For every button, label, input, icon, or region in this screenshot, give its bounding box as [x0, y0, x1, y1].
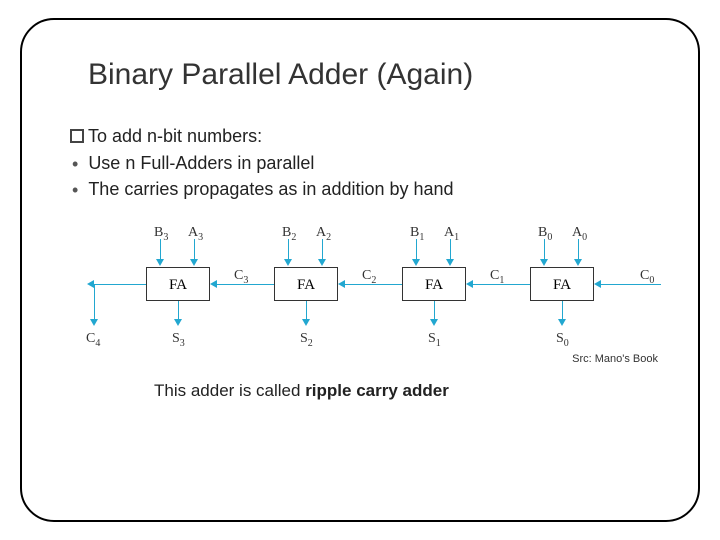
label-a3: A3 [188, 223, 203, 243]
fa-box-1: FA [402, 267, 466, 301]
wire [450, 239, 451, 259]
arrow-down-icon [446, 259, 454, 266]
wire [194, 239, 195, 259]
wire [434, 301, 435, 319]
label-s2: S2 [300, 329, 313, 349]
dot-bullet-icon: • [72, 153, 78, 175]
label-c1: C1 [490, 266, 504, 286]
arrow-down-icon [318, 259, 326, 266]
label-c3: C3 [234, 266, 248, 286]
label-s1: S1 [428, 329, 441, 349]
wire [94, 284, 146, 285]
arrow-down-icon [540, 259, 548, 266]
wire [544, 239, 545, 259]
caption: This adder is called ripple carry adder [154, 381, 662, 401]
label-s0: S0 [556, 329, 569, 349]
arrow-down-icon [574, 259, 582, 266]
square-bullet-icon [70, 129, 84, 143]
bullet-main-text: To add n-bit numbers: [88, 126, 262, 147]
arrow-down-icon [284, 259, 292, 266]
label-b0: B0 [538, 223, 552, 243]
label-c4: C4 [86, 329, 100, 349]
source-attribution: Src: Mano's Book [70, 353, 658, 365]
arrow-down-icon [156, 259, 164, 266]
label-c2: C2 [362, 266, 376, 286]
arrow-down-icon [558, 319, 566, 326]
wire [160, 239, 161, 259]
bullet-sub1-text: Use n Full-Adders in parallel [88, 153, 314, 174]
label-a2: A2 [316, 223, 331, 243]
label-b2: B2 [282, 223, 296, 243]
caption-pre: This adder is called [154, 381, 305, 400]
slide-title: Binary Parallel Adder (Again) [88, 58, 662, 92]
arrow-left-icon [210, 280, 217, 288]
bullet-main: To add n-bit numbers: [70, 126, 662, 147]
slide-frame: Binary Parallel Adder (Again) To add n-b… [20, 18, 700, 522]
arrow-left-icon [466, 280, 473, 288]
label-a1: A1 [444, 223, 459, 243]
wire [288, 239, 289, 259]
fa-box-0: FA [530, 267, 594, 301]
wire [306, 301, 307, 319]
wire [178, 301, 179, 319]
arrow-down-icon [412, 259, 420, 266]
label-b1: B1 [410, 223, 424, 243]
fa-box-2: FA [274, 267, 338, 301]
bullet-sub-1: • Use n Full-Adders in parallel [72, 153, 662, 175]
label-c0: C0 [640, 266, 654, 286]
arrow-left-icon [594, 280, 601, 288]
arrow-down-icon [302, 319, 310, 326]
arrow-down-icon [430, 319, 438, 326]
label-a0: A0 [572, 223, 587, 243]
wire [562, 301, 563, 319]
dot-bullet-icon: • [72, 179, 78, 201]
bullet-sub-2: • The carries propagates as in addition … [72, 179, 662, 201]
arrow-left-icon [338, 280, 345, 288]
label-b3: B3 [154, 223, 168, 243]
wire [94, 284, 95, 320]
arrow-down-icon [174, 319, 182, 326]
arrow-left-icon [87, 280, 94, 288]
arrow-down-icon [90, 319, 98, 326]
fa-box-3: FA [146, 267, 210, 301]
bullet-sub2-text: The carries propagates as in addition by… [88, 179, 453, 200]
caption-bold: ripple carry adder [305, 381, 449, 400]
wire [322, 239, 323, 259]
label-s3: S3 [172, 329, 185, 349]
wire [416, 239, 417, 259]
arrow-down-icon [190, 259, 198, 266]
wire [578, 239, 579, 259]
ripple-carry-diagram: FA FA FA FA B3 A3 B2 A2 B1 A1 B0 A0 [70, 223, 666, 347]
